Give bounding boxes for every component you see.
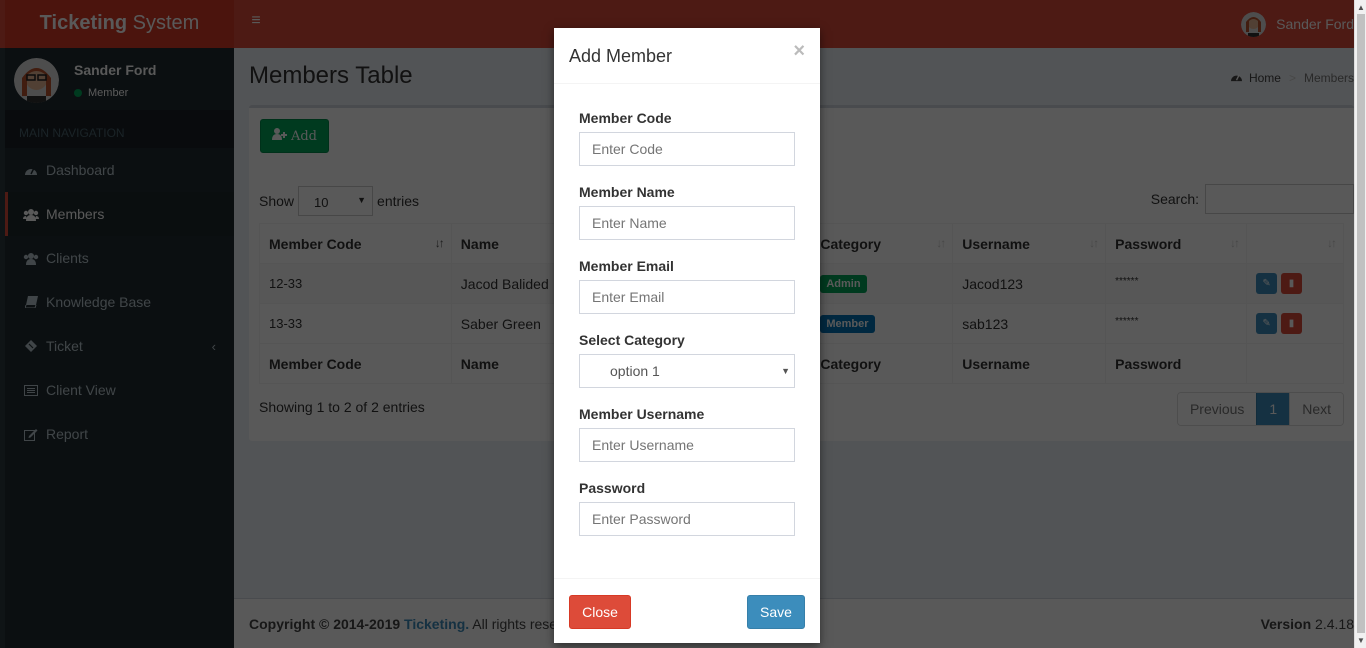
modal-body: Member Code Member Name Member Email Sel…: [554, 84, 820, 536]
member-name-label: Member Name: [579, 184, 675, 200]
password-input[interactable]: [579, 502, 795, 536]
category-label: Select Category: [579, 332, 685, 348]
scrollbar-thumb[interactable]: [1357, 14, 1365, 633]
scroll-down-icon[interactable]: ▼: [1357, 636, 1365, 645]
scroll-up-icon[interactable]: ▲: [1357, 3, 1365, 12]
member-username-label: Member Username: [579, 406, 705, 422]
member-code-label: Member Code: [579, 110, 672, 126]
save-button[interactable]: Save: [747, 595, 805, 629]
member-name-input[interactable]: [579, 206, 795, 240]
page-scrollbar[interactable]: ▲ ▼: [1354, 0, 1366, 648]
modal-footer: Close Save: [554, 578, 820, 643]
close-icon[interactable]: ×: [793, 40, 805, 63]
member-code-input[interactable]: [579, 132, 795, 166]
close-button[interactable]: Close: [569, 595, 631, 629]
member-email-label: Member Email: [579, 258, 674, 274]
app: Ticketing System ≡ Sander Ford Sander Fo…: [0, 0, 1366, 648]
password-label: Password: [579, 480, 646, 496]
caret-down-icon: ▼: [781, 366, 790, 376]
category-select[interactable]: option 1 ▼: [579, 354, 795, 388]
member-username-input[interactable]: [579, 428, 795, 462]
member-email-input[interactable]: [579, 280, 795, 314]
modal-header: Add Member ×: [554, 28, 820, 84]
add-member-modal: Add Member × Member Code Member Name Mem…: [554, 28, 820, 643]
modal-title: Add Member: [569, 46, 673, 66]
